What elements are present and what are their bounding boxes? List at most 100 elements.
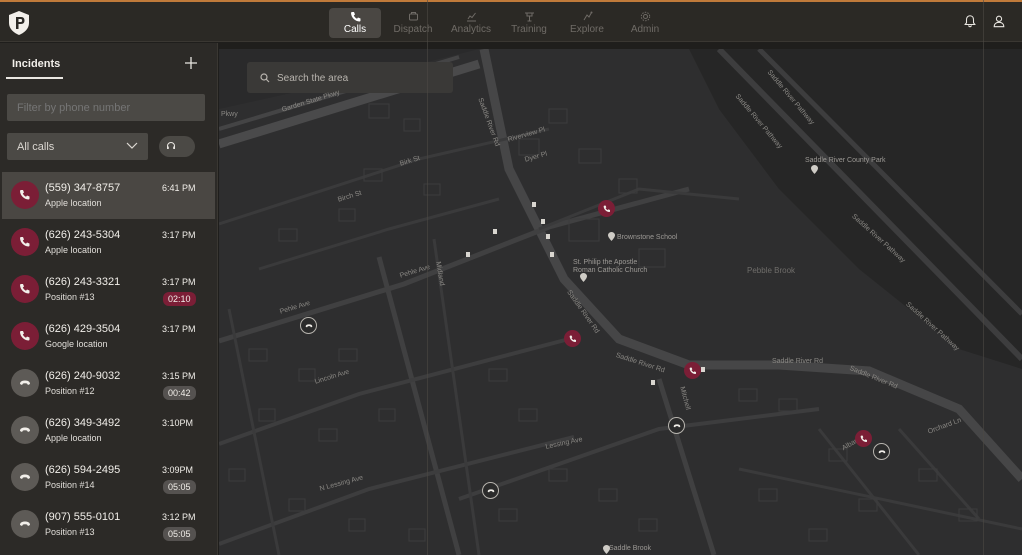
map-label: Pebble Brook [747,266,796,275]
map-view[interactable]: Pkwy Garden State Pkwy Birk St Birch St … [219,49,1022,555]
phone-hangup-icon [20,380,30,385]
phone-icon [20,284,30,294]
incidents-sidebar: Incidents All calls (559) 347-8757 Apple … [0,43,218,555]
map-call-pin[interactable] [668,417,685,434]
tab-underline [6,77,63,79]
call-location: Position #13 [45,527,95,537]
call-phone-number: (626) 594-2495 [45,464,121,476]
phone-hangup-icon [878,449,885,453]
map-call-pin[interactable] [482,482,499,499]
tab-incidents[interactable]: Incidents [12,58,60,70]
map-search-box[interactable] [247,62,453,93]
phone-icon [569,335,576,342]
nav-admin[interactable]: Admin [619,8,671,38]
call-location: Position #13 [45,292,95,302]
call-filter-select[interactable]: All calls [7,133,148,160]
phone-filter-input[interactable] [7,94,205,121]
school-pin-icon[interactable] [608,232,615,241]
top-bar: Calls Dispatch Analytics Training Explore Adm… [0,0,1022,42]
call-phone-number: (626) 349-3492 [45,417,121,429]
nav-calls[interactable]: Calls [329,8,381,38]
call-list: (559) 347-8757 Apple location 6:41 PM (626)… [0,172,218,548]
church-pin-icon[interactable] [580,273,587,282]
call-location: Google location [45,339,108,349]
phone-icon [20,331,30,341]
call-status-avatar [11,510,39,538]
call-filter-value: All calls [17,141,55,153]
shield-logo-icon[interactable] [8,10,30,36]
call-phone-number: (907) 555-0101 [45,511,121,523]
map-call-pin[interactable] [855,430,872,447]
nav-label: Calls [343,24,367,35]
nav-training[interactable]: Training [503,8,555,38]
phone-hangup-icon [20,427,30,432]
call-list-item[interactable]: (626) 240-9032 Position #12 3:15 PM 00:42 [0,360,218,407]
map-label: Brownstone School [617,234,678,241]
call-list-item[interactable]: (626) 349-3492 Apple location 3:10PM [0,407,218,454]
map-call-pin[interactable] [873,443,890,460]
call-time: 3:15 PM [162,371,196,381]
call-duration-badge: 05:05 [163,480,196,494]
nav-analytics[interactable]: Analytics [445,8,497,38]
map-call-pin[interactable] [564,330,581,347]
nav-dispatch[interactable]: Dispatch [387,8,439,38]
main-nav: Calls Dispatch Analytics Training Explore Adm… [329,8,677,38]
phone-icon [689,367,696,374]
map-call-pin[interactable] [300,317,317,334]
call-phone-number: (626) 429-3504 [45,323,121,335]
call-status-avatar [11,322,39,350]
call-time: 3:17 PM [162,230,196,240]
call-phone-number: (626) 243-3321 [45,276,121,288]
call-status-avatar [11,369,39,397]
call-location: Apple location [45,433,102,443]
call-time: 6:41 PM [162,183,196,193]
headset-toggle[interactable] [159,136,195,157]
dispatch-icon [408,12,418,21]
saddle-brook-pin-icon[interactable] [603,545,610,554]
chart-icon [466,12,476,22]
call-list-item[interactable]: (626) 594-2495 Position #14 3:09PM 05:05 [0,454,218,501]
call-status-avatar [11,463,39,491]
top-actions [950,14,1008,30]
phone-icon [350,12,360,22]
call-time: 3:09PM [162,465,194,475]
map-search-input[interactable] [277,70,447,86]
nav-label: Training [511,24,547,35]
map-label: Pkwy [221,111,238,118]
map-call-pin[interactable] [684,362,701,379]
call-phone-number: (626) 240-9032 [45,370,121,382]
map-label: St. Philip the Apostle [573,259,638,266]
add-incident-button[interactable] [184,56,198,70]
phone-hangup-icon [20,474,30,479]
call-duration-badge: 02:10 [163,292,196,306]
call-phone-number: (626) 243-5304 [45,229,121,241]
call-list-item[interactable]: (626) 243-3321 Position #13 3:17 PM 02:10 [0,266,218,313]
call-time: 3:17 PM [162,277,196,287]
call-status-avatar [11,275,39,303]
call-list-item[interactable]: (626) 243-5304 Apple location 3:17 PM [0,219,218,266]
phone-icon [603,205,610,212]
bell-icon[interactable] [963,14,979,30]
call-status-avatar [11,416,39,444]
phone-icon [20,190,30,200]
call-list-item[interactable]: (559) 347-8757 Apple location 6:41 PM [2,172,215,219]
nav-label: Analytics [450,24,491,35]
map-label: Saddle River Rd [772,358,823,365]
call-phone-number: (559) 347-8757 [45,182,121,194]
call-location: Position #14 [45,480,95,490]
call-list-item[interactable]: (626) 429-3504 Google location 3:17 PM [0,313,218,360]
map-call-pin[interactable] [598,200,615,217]
park-pin-icon[interactable] [811,165,818,174]
user-icon[interactable] [992,14,1008,30]
phone-hangup-icon [673,423,680,427]
explore-icon [583,11,592,21]
call-duration-badge: 00:42 [163,386,196,400]
call-duration-badge: 05:05 [163,527,196,541]
map-base [219,49,1022,555]
headset-icon [167,141,175,149]
call-list-item[interactable]: (907) 555-0101 Position #13 3:12 PM 05:05 [0,501,218,548]
search-icon [260,73,270,83]
nav-explore[interactable]: Explore [561,8,613,38]
call-status-avatar [11,181,39,209]
chevron-down-icon [126,142,138,149]
